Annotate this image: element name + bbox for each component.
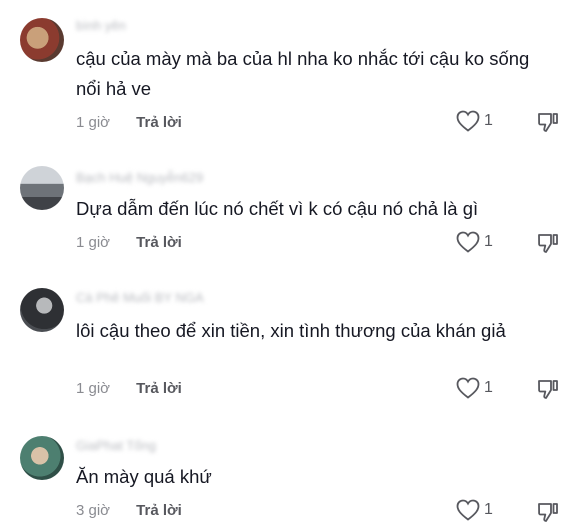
comment-time: 3 giờ — [76, 502, 111, 519]
comment-time: 1 giờ — [76, 234, 111, 251]
heart-icon — [456, 231, 480, 253]
comment-meta: 1 giờ Trả lời — [76, 380, 182, 397]
dislike-icon[interactable] — [536, 231, 560, 255]
like-button[interactable]: 1 — [456, 110, 493, 132]
avatar[interactable] — [20, 18, 64, 62]
avatar[interactable] — [20, 288, 64, 332]
avatar[interactable] — [20, 166, 64, 210]
like-count: 1 — [484, 379, 493, 396]
heart-icon — [456, 499, 480, 521]
heart-icon — [456, 377, 480, 399]
dislike-icon[interactable] — [536, 377, 560, 401]
reply-button[interactable]: Trả lời — [136, 234, 182, 251]
comment-meta: 1 giờ Trả lời — [76, 114, 182, 131]
like-button[interactable]: 1 — [456, 499, 493, 521]
comment-username[interactable]: Bạch Huệ Nguyễn629 — [76, 170, 203, 185]
comment-text: cậu của mày mà ba của hl nha ko nhắc tới… — [76, 48, 530, 99]
dislike-icon[interactable] — [536, 110, 560, 134]
comment-username[interactable]: GiaPhat Tống — [76, 438, 156, 453]
comment-username[interactable]: bình yên — [76, 18, 126, 33]
like-count: 1 — [484, 112, 493, 129]
heart-icon — [456, 110, 480, 132]
like-count: 1 — [484, 501, 493, 518]
reply-button[interactable]: Trả lời — [136, 114, 182, 131]
comment-text: lôi cậu theo để xin tiền, xin tình thươn… — [76, 320, 506, 341]
dislike-icon[interactable] — [536, 500, 560, 524]
like-button[interactable]: 1 — [456, 377, 493, 399]
like-button[interactable]: 1 — [456, 231, 493, 253]
comment-username[interactable]: Cà Phê Muối BY NGA — [76, 290, 204, 305]
comment-time: 1 giờ — [76, 114, 111, 131]
reply-button[interactable]: Trả lời — [136, 380, 182, 397]
like-count: 1 — [484, 233, 493, 250]
comment-text: Ăn mày quá khứ — [76, 466, 212, 487]
comment-text: Dựa dẫm đến lúc nó chết vì k có cậu nó c… — [76, 198, 479, 219]
comment-meta: 3 giờ Trả lời — [76, 502, 182, 519]
comment-time: 1 giờ — [76, 380, 111, 397]
reply-button[interactable]: Trả lời — [136, 502, 182, 519]
comment-meta: 1 giờ Trả lời — [76, 234, 182, 251]
avatar[interactable] — [20, 436, 64, 480]
